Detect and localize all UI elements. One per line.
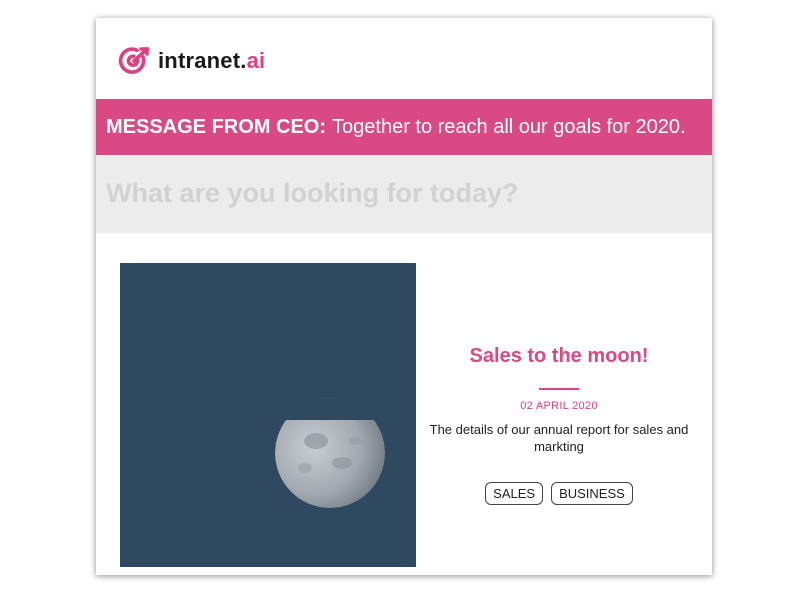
search-bar bbox=[96, 155, 712, 233]
intranet-page: intranet.ai MESSAGE FROM CEO: Together t… bbox=[96, 18, 712, 575]
moon-photo[interactable] bbox=[120, 263, 416, 567]
ceo-message-banner: MESSAGE FROM CEO: Together to reach all … bbox=[96, 99, 712, 155]
ceo-message-label: MESSAGE FROM CEO: bbox=[106, 115, 327, 138]
tag-sales[interactable]: SALES bbox=[485, 482, 544, 505]
article-divider bbox=[539, 388, 579, 390]
logo-tld: ai bbox=[246, 48, 266, 73]
article-date: 02 APRIL 2020 bbox=[520, 400, 598, 412]
logo-wordmark: intranet.ai bbox=[158, 48, 265, 74]
header: intranet.ai bbox=[96, 18, 712, 98]
article-card: Sales to the moon! 02 APRIL 2020 The det… bbox=[426, 338, 692, 505]
ceo-message-text: Together to reach all our goals for 2020… bbox=[332, 115, 686, 138]
target-arrow-icon bbox=[118, 44, 152, 78]
logo-name: intranet. bbox=[158, 48, 247, 73]
search-input[interactable] bbox=[106, 173, 696, 213]
article-summary: The details of our annual report for sal… bbox=[429, 422, 689, 454]
article-title[interactable]: Sales to the moon! bbox=[426, 338, 692, 374]
tag-business[interactable]: BUSINESS bbox=[551, 482, 633, 505]
logo[interactable]: intranet.ai bbox=[118, 44, 265, 78]
article-tags: SALES BUSINESS bbox=[426, 482, 692, 505]
